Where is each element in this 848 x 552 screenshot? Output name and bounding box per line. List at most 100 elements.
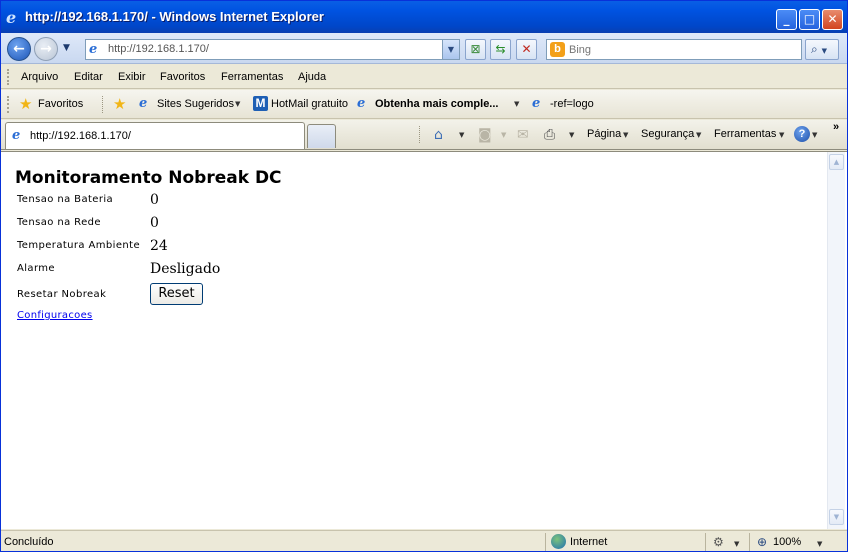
page-menu[interactable]: Página <box>587 128 621 140</box>
ie-page-icon: e <box>12 128 21 143</box>
tab-label: http://192.168.1.170/ <box>30 130 131 142</box>
msn-icon: M <box>253 96 268 111</box>
maximize-button[interactable]: □ <box>799 9 820 30</box>
arrow-right-icon: → <box>40 41 52 57</box>
chevron-down-icon[interactable]: ▼ <box>696 131 701 139</box>
chevron-down-icon[interactable]: ▼ <box>514 100 519 108</box>
recent-pages-dropdown[interactable]: ▼ <box>63 43 70 53</box>
chevron-down-icon: ▼ <box>501 131 507 139</box>
chevron-down-icon[interactable]: ▼ <box>623 131 628 139</box>
refresh-button[interactable]: ⇆ <box>490 39 511 60</box>
menu-ferramentas[interactable]: Ferramentas <box>221 71 283 83</box>
favorites-star-icon: ★ <box>19 95 33 113</box>
value-tensao-rede: 0 <box>150 215 159 231</box>
chevron-down-icon[interactable]: ▼ <box>817 540 822 548</box>
label-alarme: Alarme <box>17 263 55 274</box>
menu-arquivo[interactable]: Arquivo <box>21 71 58 83</box>
label-temperatura-ambiente: Temperatura Ambiente <box>17 240 140 251</box>
minimize-button[interactable]: _ <box>776 9 797 30</box>
home-icon[interactable]: ⌂ <box>434 127 443 143</box>
tab-bar: e http://192.168.1.170/ ⌂ ▼ ◙ ▼ ✉ ⎙ ▼ Pá… <box>1 120 847 150</box>
chevron-down-icon[interactable]: ▼ <box>569 131 574 139</box>
title-bar: e http://192.168.1.170/ - Windows Intern… <box>1 1 847 33</box>
status-separator <box>545 533 546 551</box>
close-button[interactable]: ✕ <box>822 9 843 30</box>
search-box[interactable]: b <box>546 39 802 60</box>
compatibility-view-button[interactable]: ⊠ <box>465 39 486 60</box>
search-icon: ⌕ <box>811 42 818 56</box>
page-content: Monitoramento Nobreak DC Tensao na Bater… <box>1 151 847 529</box>
toolbar-grip[interactable] <box>7 96 10 113</box>
safety-menu[interactable]: Segurança <box>641 128 694 140</box>
stop-button[interactable]: ✕ <box>516 39 537 60</box>
print-icon[interactable]: ⎙ <box>544 127 555 143</box>
menu-bar: Arquivo Editar Exibir Favoritos Ferramen… <box>1 65 847 89</box>
chevron-down-icon[interactable]: ▼ <box>812 131 817 139</box>
status-separator <box>749 533 750 551</box>
configuracoes-link[interactable]: Configuracoes <box>17 310 93 321</box>
value-tensao-bateria: 0 <box>150 192 159 208</box>
toolbar-overflow-button[interactable]: » <box>833 121 839 133</box>
scroll-up-button[interactable]: ▲ <box>829 154 844 170</box>
toolbar-grip[interactable] <box>7 69 10 85</box>
fav-ref-logo[interactable]: -ref=logo <box>550 98 594 110</box>
ie-page-icon: e <box>139 96 148 111</box>
fav-sites-sugeridos[interactable]: Sites Sugeridos <box>157 98 234 110</box>
address-bar[interactable]: e http://192.168.1.170/ ▼ <box>85 39 460 60</box>
feeds-icon[interactable]: ◙ <box>478 127 492 143</box>
back-button[interactable]: ← <box>7 37 31 61</box>
value-alarme: Desligado <box>150 261 221 277</box>
favorites-separator <box>102 96 103 113</box>
window-title: http://192.168.1.170/ - Windows Internet… <box>25 9 324 24</box>
label-tensao-bateria: Tensao na Bateria <box>17 194 114 205</box>
protected-mode-icon[interactable]: ⚙ <box>713 535 724 549</box>
page-heading: Monitoramento Nobreak DC <box>15 168 282 188</box>
add-favorite-icon[interactable]: ★ <box>113 96 126 112</box>
label-resetar-nobreak: Resetar Nobreak <box>17 289 107 300</box>
forward-button[interactable]: → <box>34 37 58 61</box>
value-temperatura-ambiente: 24 <box>150 238 168 254</box>
address-url[interactable]: http://192.168.1.170/ <box>108 43 209 55</box>
menu-favoritos[interactable]: Favoritos <box>160 71 205 83</box>
status-bar: Concluído Internet ⚙ ▼ ⊕ 100% ▼ <box>1 530 847 551</box>
ie-page-icon: e <box>532 96 541 111</box>
page-icon: e <box>89 42 98 57</box>
command-bar-grip <box>419 126 420 143</box>
favorites-button[interactable]: Favoritos <box>38 98 83 110</box>
tools-menu[interactable]: Ferramentas <box>714 128 776 140</box>
chevron-down-icon[interactable]: ▼ <box>734 540 739 548</box>
chevron-down-icon[interactable]: ▼ <box>779 131 784 139</box>
search-button[interactable]: ⌕ ▼ <box>805 39 839 60</box>
zoom-icon[interactable]: ⊕ <box>757 535 767 549</box>
zoom-level[interactable]: 100% <box>773 536 801 548</box>
label-tensao-rede: Tensao na Rede <box>17 217 101 228</box>
ie-logo-icon: e <box>6 8 17 27</box>
mail-icon[interactable]: ✉ <box>517 127 529 143</box>
tab-active[interactable]: e http://192.168.1.170/ <box>5 122 305 149</box>
vertical-scrollbar[interactable]: ▲ ▼ <box>827 152 845 529</box>
reset-button[interactable]: Reset <box>150 283 203 305</box>
stop-icon: ✕ <box>521 42 532 56</box>
status-text: Concluído <box>4 536 54 548</box>
browser-window: e http://192.168.1.170/ - Windows Intern… <box>0 0 848 552</box>
chevron-down-icon: ▼ <box>821 47 827 55</box>
address-dropdown[interactable]: ▼ <box>442 40 459 59</box>
menu-exibir[interactable]: Exibir <box>118 71 146 83</box>
menu-ajuda[interactable]: Ajuda <box>298 71 326 83</box>
arrow-left-icon: ← <box>13 41 25 57</box>
favorites-bar: ★ Favoritos ★ e Sites Sugeridos ▼ M HotM… <box>1 90 847 119</box>
menu-editar[interactable]: Editar <box>74 71 103 83</box>
new-tab-button[interactable] <box>307 124 336 148</box>
chevron-down-icon[interactable]: ▼ <box>235 100 240 108</box>
bing-icon: b <box>550 42 565 57</box>
fav-hotmail[interactable]: HotMail gratuito <box>271 98 348 110</box>
status-separator <box>705 533 706 551</box>
scroll-down-button[interactable]: ▼ <box>829 509 844 525</box>
search-input[interactable] <box>569 42 794 57</box>
chevron-down-icon[interactable]: ▼ <box>459 131 464 139</box>
security-zone: Internet <box>570 536 608 548</box>
fav-obtenha-mais[interactable]: Obtenha mais comple... <box>375 98 498 110</box>
compatibility-view-icon: ⊠ <box>470 42 481 56</box>
help-icon[interactable]: ? <box>794 126 810 142</box>
ie-page-icon: e <box>357 96 366 111</box>
